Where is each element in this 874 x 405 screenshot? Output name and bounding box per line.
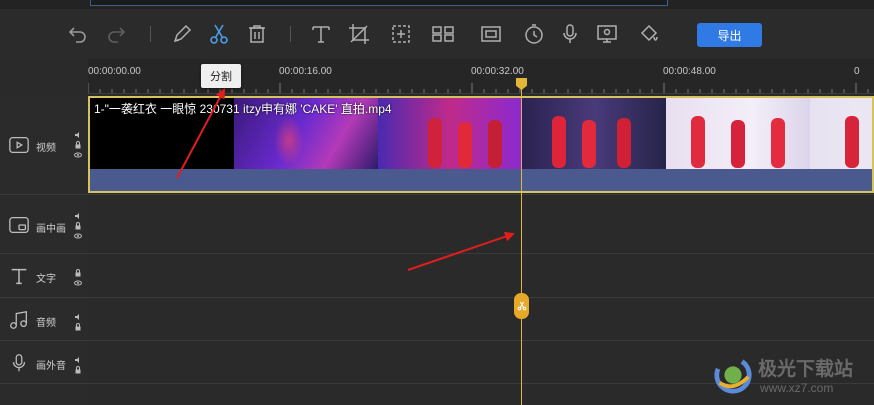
clip-thumbnail [378,98,522,171]
toolbar-divider [290,26,291,42]
video-track-icon [9,137,29,153]
split-button[interactable] [204,19,234,49]
crop-icon [349,24,369,44]
undo-icon [68,27,86,43]
track-header-video[interactable]: 视频 [0,94,88,195]
trash-icon [249,25,265,43]
delete-button[interactable] [242,19,272,49]
lock-icon[interactable] [74,318,82,331]
watermark-name: 极光下载站 [758,359,854,380]
screen-record-icon [597,25,617,43]
ruler-label: 00:00:48.00 [663,66,716,77]
audio-lane[interactable] [88,298,874,341]
track-label: 视频 [36,143,56,154]
lock-icon[interactable] [74,264,82,277]
clip-audio-strip [90,169,872,191]
text-track-icon [11,268,27,285]
scissors-icon [517,301,526,311]
video-clip[interactable]: 1-"一袭红衣 一眼惊 230731 itzy申有娜 'CAKE' 直拍.mp4 [88,96,874,193]
lock-icon[interactable] [74,361,82,374]
undo-button[interactable] [62,19,92,49]
split-tooltip: 分割 [201,64,241,88]
track-label: 画外音 [36,361,66,372]
track-header-audio[interactable]: 音频 [0,298,88,341]
track-header-panel: 视频 画中画 文字 音频 画外音 [0,94,88,405]
toolbar-divider [150,26,151,42]
lock-icon[interactable] [74,217,82,230]
track-label: 音频 [36,318,56,329]
edit-button[interactable] [167,19,197,49]
pencil-icon [173,24,192,43]
mosaic-button[interactable] [386,19,416,49]
preview-frame [90,0,668,6]
watermark-url: www.xz7.com [760,381,834,395]
microphone-icon [563,24,577,43]
track-label: 画中画 [36,224,66,235]
ruler-label: 00:00:32.00 [471,66,524,77]
split-screen-icon [432,26,454,42]
visibility-icon[interactable] [74,146,82,158]
pip-track-icon [9,217,29,233]
mosaic-icon [392,25,410,43]
playhead-split-handle[interactable] [514,293,529,319]
clip-thumbnail [522,98,666,171]
track-header-text[interactable]: 文字 [0,254,88,298]
visibility-icon[interactable] [74,274,82,286]
aspect-ratio-icon [481,26,501,42]
speed-icon [525,24,543,44]
watermark: 极光下载站 www.xz7.com [712,352,872,402]
lock-icon[interactable] [74,136,82,149]
track-label: 文字 [36,274,56,285]
aurora-logo-icon [714,356,752,394]
split-screen-button[interactable] [428,19,458,49]
volume-icon[interactable] [74,308,82,320]
text-button[interactable] [306,19,336,49]
paint-bucket-icon [640,24,658,42]
volume-icon[interactable] [74,207,82,219]
clip-title: 1-"一袭红衣 一眼惊 230731 itzy申有娜 'CAKE' 直拍.mp4 [94,102,392,116]
speed-button[interactable] [519,19,549,49]
export-button[interactable]: 导出 [697,23,762,47]
ruler-label: 00:00:00.00 [88,66,141,77]
scissors-icon [210,24,228,44]
preview-area-edge [0,0,874,9]
track-header-pip[interactable]: 画中画 [0,195,88,254]
clip-thumbnail [810,98,872,171]
aspect-ratio-button[interactable] [476,19,506,49]
volume-icon[interactable] [74,351,82,363]
visibility-icon[interactable] [74,227,82,239]
redo-button[interactable] [102,19,132,49]
redo-icon [108,27,126,43]
voiceover-button[interactable] [555,19,585,49]
pip-lane[interactable] [88,195,874,254]
fill-button[interactable] [634,19,664,49]
crop-button[interactable] [344,19,374,49]
clip-thumbnail [666,98,810,171]
screen-record-button[interactable] [592,19,622,49]
music-track-icon [10,310,27,329]
mic-track-icon [12,354,26,372]
text-lane[interactable] [88,254,874,298]
track-header-voiceover[interactable]: 画外音 [0,341,88,384]
editing-toolbar: 导出 [0,9,874,59]
text-icon [312,26,330,43]
playhead-line[interactable] [521,80,522,405]
volume-icon[interactable] [74,126,82,138]
video-lane[interactable]: 1-"一袭红衣 一眼惊 230731 itzy申有娜 'CAKE' 直拍.mp4 [88,94,874,195]
ruler-label: 0 [854,66,860,77]
ruler-label: 00:00:16.00 [279,66,332,77]
